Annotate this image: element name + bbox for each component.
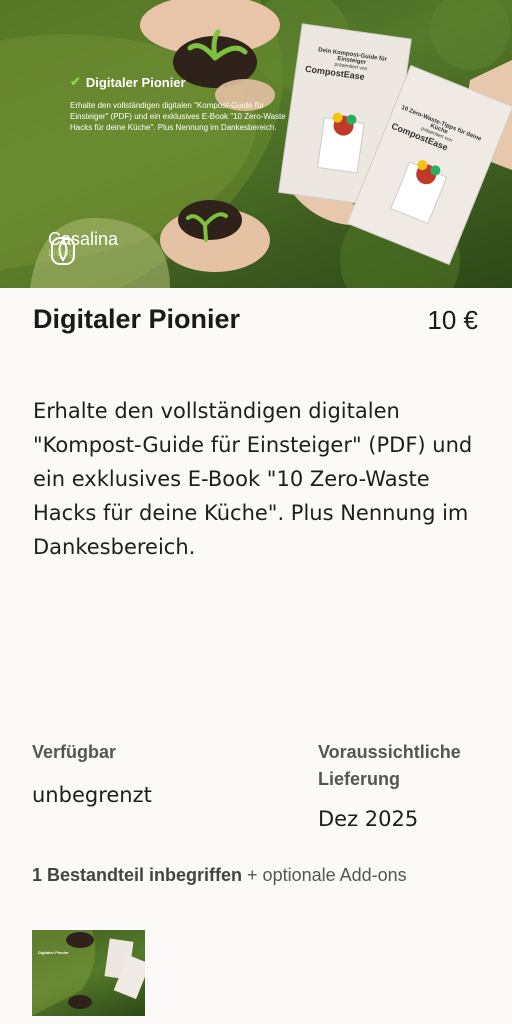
- casalina-logo: Casalina Living: [48, 230, 118, 265]
- reward-title: Digitaler Pionier: [33, 304, 241, 334]
- reward-price: 10 €: [427, 305, 478, 335]
- hero-description: Erhalte den vollständigen digitalen "Kom…: [70, 101, 286, 132]
- hero-title-text: Digitaler Pionier: [85, 74, 186, 90]
- availability-label: Verfügbar: [32, 742, 117, 762]
- thumbnail-title: Digitaler Pionier: [38, 950, 69, 955]
- included-items-summary: 1 Bestandteil inbegriffen + optionale Ad…: [32, 862, 462, 889]
- optional-addons-text: + optionale Add-ons: [242, 865, 407, 885]
- casalina-leaf-icon: [51, 237, 75, 265]
- reward-description: Erhalte den vollständigen digitalen "Kom…: [33, 399, 473, 559]
- delivery-label: Voraussichtliche Lieferung: [318, 742, 461, 789]
- thumbnail-illustration: [32, 930, 145, 1016]
- delivery-value: Dez 2025: [318, 807, 419, 831]
- included-item-thumbnail[interactable]: Digitaler Pionier: [32, 930, 145, 1016]
- included-items-count: 1 Bestandteil inbegriffen: [32, 865, 243, 885]
- checkmark-icon: ✔: [70, 74, 81, 89]
- hero-title: ✔ Digitaler Pionier: [70, 74, 186, 90]
- reward-hero-image: Dein Kompost-Guide für Einsteiger präsen…: [0, 0, 512, 288]
- availability-value: unbegrenzt: [32, 783, 152, 807]
